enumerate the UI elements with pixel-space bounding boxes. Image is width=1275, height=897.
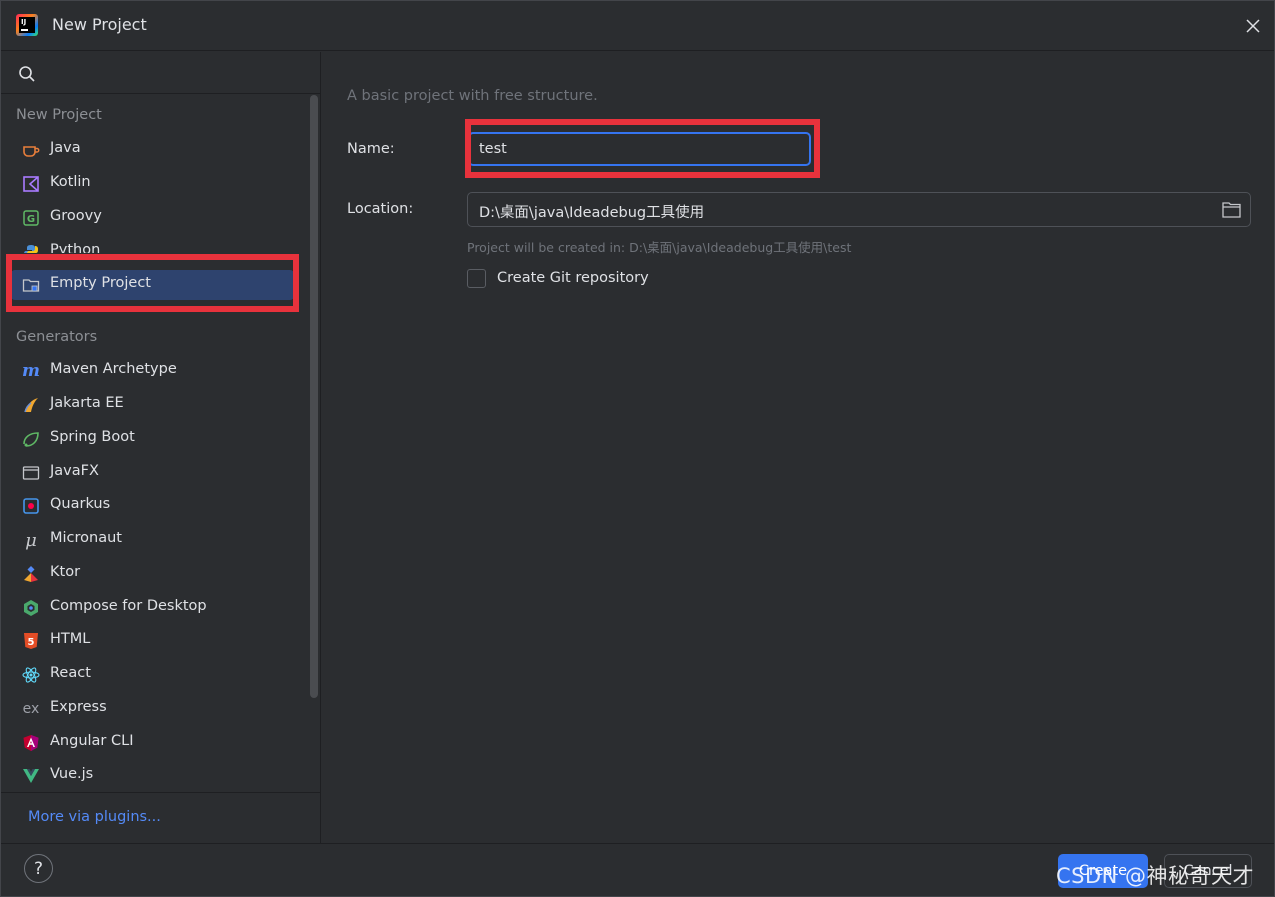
more-via-plugins-link[interactable]: More via plugins... (28, 809, 161, 825)
groovy-icon: G (22, 209, 40, 227)
browse-folder-icon[interactable] (1222, 201, 1241, 218)
ktor-icon (22, 565, 40, 583)
name-label: Name: (347, 141, 395, 157)
project-type-list: New Project Java Kotlin G Groovy Python … (1, 95, 307, 793)
window-title: New Project (52, 15, 147, 34)
sidebar-item-ktor[interactable]: Ktor (11, 559, 294, 589)
search-bar (1, 52, 321, 94)
micronaut-icon: μ (25, 529, 37, 551)
sidebar-item-maven-archetype[interactable]: m Maven Archetype (11, 356, 294, 386)
react-icon (22, 666, 40, 684)
section-label-new-project: New Project (16, 107, 102, 123)
sidebar-item-kotlin[interactable]: Kotlin (11, 169, 294, 199)
location-label: Location: (347, 201, 414, 217)
sidebar-item-label: Angular CLI (50, 733, 134, 749)
kotlin-icon (22, 175, 40, 193)
sidebar-item-jakarta-ee[interactable]: Jakarta EE (11, 390, 294, 420)
sidebar-item-label: Kotlin (50, 174, 91, 190)
location-field[interactable]: D:\桌面\java\Ideadebug工具使用 (467, 192, 1251, 227)
sidebar-item-quarkus[interactable]: Quarkus (11, 491, 294, 521)
create-git-repository-label[interactable]: Create Git repository (497, 270, 649, 286)
search-icon (19, 66, 35, 82)
search-input[interactable] (45, 60, 305, 86)
spring-boot-icon (22, 430, 40, 448)
html5-icon: 5 (22, 632, 40, 650)
sidebar-item-label: Ktor (50, 564, 81, 580)
title-bar: IJ New Project (1, 1, 1274, 51)
folder-icon (22, 276, 40, 294)
dialog-footer: ? Create Cancel CSDN @神秘奇天才 (1, 843, 1274, 896)
java-cup-icon (22, 141, 40, 159)
sidebar-item-label: JavaFX (50, 463, 99, 479)
python-icon (22, 243, 40, 253)
divider (1, 792, 321, 793)
sidebar-item-label: Jakarta EE (50, 395, 124, 411)
sidebar-item-label: Java (50, 140, 81, 156)
sidebar-item-python[interactable]: Python (11, 237, 294, 253)
sidebar-item-micronaut[interactable]: μ Micronaut (11, 525, 294, 555)
cancel-button[interactable]: Cancel (1164, 854, 1252, 888)
sidebar-item-label: Groovy (50, 208, 102, 224)
compose-icon (22, 599, 40, 617)
create-git-repository-checkbox[interactable] (467, 269, 486, 288)
project-description: A basic project with free structure. (347, 88, 598, 104)
close-icon (1246, 19, 1260, 33)
sidebar-item-label: Express (50, 699, 107, 715)
sidebar-item-angular-cli[interactable]: Angular CLI (11, 728, 294, 758)
sidebar-item-label: HTML (50, 631, 91, 647)
project-settings-panel: A basic project with free structure. Nam… (322, 52, 1274, 843)
sidebar-item-label: Vue.js (50, 766, 94, 782)
sidebar-scrollbar[interactable] (310, 95, 318, 698)
sidebar-item-label: Quarkus (50, 496, 111, 512)
sidebar-item-spring-boot[interactable]: Spring Boot (11, 424, 294, 454)
sidebar-item-java[interactable]: Java (11, 135, 294, 165)
maven-icon: m (22, 361, 40, 381)
jakarta-ee-icon (22, 396, 40, 414)
sidebar-item-label: React (50, 665, 91, 681)
sidebar-item-vuejs[interactable]: Vue.js (11, 761, 294, 791)
section-label-generators: Generators (16, 329, 98, 345)
sidebar-item-label: Compose for Desktop (50, 598, 207, 614)
create-button[interactable]: Create (1058, 854, 1148, 888)
sidebar-item-html[interactable]: 5 HTML (11, 626, 294, 656)
sidebar-item-label: Maven Archetype (50, 361, 177, 377)
project-type-sidebar: New Project Java Kotlin G Groovy Python … (1, 52, 321, 843)
express-icon: ex (22, 701, 40, 717)
sidebar-item-react[interactable]: React (11, 660, 294, 690)
sidebar-item-compose-for-desktop[interactable]: Compose for Desktop (11, 593, 294, 623)
name-field[interactable] (468, 132, 811, 166)
location-hint: Project will be created in: D:\桌面\java\I… (467, 240, 852, 255)
location-value: D:\桌面\java\Ideadebug工具使用 (479, 205, 705, 221)
svg-text:G: G (27, 214, 35, 225)
help-button[interactable]: ? (24, 854, 53, 883)
sidebar-item-label: Micronaut (50, 530, 122, 546)
sidebar-item-express[interactable]: ex Express (11, 694, 294, 724)
close-button[interactable] (1240, 13, 1266, 39)
svg-text:5: 5 (28, 637, 35, 648)
sidebar-item-label: Spring Boot (50, 429, 135, 445)
sidebar-item-empty-project[interactable]: Empty Project (11, 270, 294, 300)
sidebar-item-groovy[interactable]: G Groovy (11, 203, 294, 233)
vue-icon (22, 767, 40, 785)
javafx-icon (22, 464, 40, 482)
sidebar-item-javafx[interactable]: JavaFX (11, 458, 294, 488)
sidebar-item-label: Python (50, 242, 101, 253)
new-project-dialog: IJ New Project New Project Java Kotlin G… (0, 0, 1275, 897)
quarkus-icon (22, 497, 40, 515)
intellij-logo-icon: IJ (16, 14, 38, 36)
sidebar-item-label: Empty Project (50, 275, 151, 291)
angular-icon (22, 734, 40, 752)
